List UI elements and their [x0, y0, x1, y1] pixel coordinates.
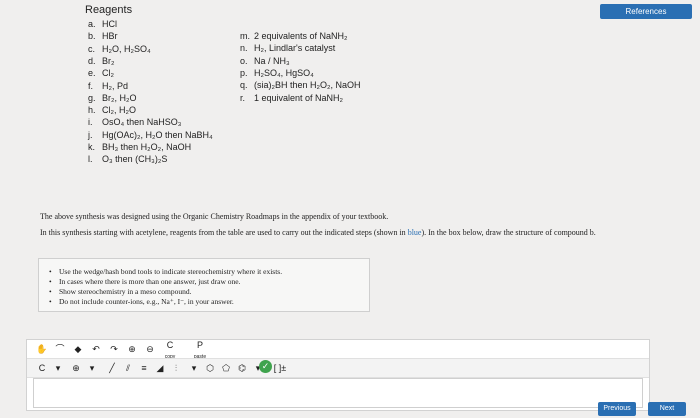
- reagent-letter: k.: [88, 142, 96, 152]
- instruction-bullet: Show stereochemistry in a meso compound.: [49, 287, 192, 296]
- bracket-tool[interactable]: [ ]±: [269, 359, 291, 377]
- reagent-letter: f.: [88, 80, 94, 91]
- lasso-icon[interactable]: ⌒: [53, 340, 67, 358]
- paragraph-instructions-blue: blue: [407, 228, 422, 237]
- eraser-icon[interactable]: ◆: [71, 340, 85, 358]
- drawing-editor: ✋ ⌒ ◆ ↶ ↷ ⊕ ⊖ C copy P paste C ▾ ⊕ ▾ ╱ ⫽…: [26, 339, 650, 411]
- reagent-letter: m.: [240, 31, 250, 41]
- reagent-letter: b.: [88, 31, 96, 42]
- reagent-letter: i.: [88, 117, 93, 128]
- redo-icon[interactable]: ↷: [107, 340, 121, 358]
- check-icon[interactable]: ✓: [259, 360, 272, 373]
- reagent-text: 2 equivalents of NaNH₂: [254, 31, 348, 41]
- reagent-item: p. H₂SO₄, HgSO₄: [240, 68, 314, 78]
- double-bond-icon[interactable]: ⫽: [121, 359, 135, 377]
- reagent-text: Cl₂: [102, 68, 114, 79]
- reagent-text: Na / NH₃: [254, 55, 290, 66]
- drawing-canvas[interactable]: [33, 378, 643, 408]
- reagent-item: r. 1 equivalent of NaNH₂: [240, 93, 343, 103]
- instruction-bullet: Use the wedge/hash bond tools to indicat…: [49, 267, 282, 276]
- reagent-letter: h.: [88, 105, 96, 116]
- zoom-in-icon[interactable]: ⊕: [125, 340, 139, 358]
- reagent-item: c. H₂O, H₂SO₄: [88, 44, 151, 54]
- reagent-text: (sia)₂BH then H₂O₂, NaOH: [254, 80, 361, 91]
- reagent-letter: g.: [88, 92, 96, 103]
- reagent-item: q. (sia)₂BH then H₂O₂, NaOH: [240, 80, 361, 90]
- paragraph-synthesis-info: The above synthesis was designed using t…: [40, 212, 389, 221]
- reagent-text: BH₃ then H₂O₂, NaOH: [102, 142, 192, 152]
- paste-label: P: [196, 340, 203, 350]
- undo-icon[interactable]: ↶: [89, 340, 103, 358]
- next-button[interactable]: Next: [648, 402, 686, 416]
- copy-label: C: [166, 340, 174, 350]
- previous-button[interactable]: Previous: [598, 402, 636, 416]
- reagent-text: 1 equivalent of NaNH₂: [254, 92, 344, 103]
- reagent-letter: q.: [240, 80, 248, 91]
- reagent-item: h. Cl₂, H₂O: [88, 105, 136, 115]
- reagent-item: l. O₃ then (CH₃)₂S: [88, 154, 167, 164]
- paragraph-instructions: In this synthesis starting with acetylen…: [40, 228, 596, 237]
- reagent-letter: e.: [88, 68, 96, 79]
- reagent-letter: j.: [88, 129, 93, 140]
- reagent-text: Cl₂, H₂O: [102, 105, 136, 116]
- reagent-letter: o.: [240, 55, 248, 66]
- reagent-item: b. HBr: [88, 31, 118, 41]
- references-button[interactable]: References: [600, 4, 692, 19]
- reagent-item: i. OsO₄ then NaHSO₃: [88, 117, 181, 127]
- reagent-text: Br₂: [102, 55, 115, 66]
- reagent-letter: l.: [88, 154, 93, 165]
- reagent-item: o. Na / NH₃: [240, 56, 290, 66]
- reagent-item: n. H₂, Lindlar's catalyst: [240, 43, 335, 53]
- reagent-text: H₂, Lindlar's catalyst: [254, 43, 336, 54]
- add-charge-icon[interactable]: ⊕: [69, 359, 83, 377]
- editor-toolbar-bottom: C ▾ ⊕ ▾ ╱ ⫽ ≡ ◢ ⫶ ▾ ⬡ ⬠ ⌬ ▾ [ ]±: [27, 358, 649, 378]
- editor-toolbar-top: ✋ ⌒ ◆ ↶ ↷ ⊕ ⊖ C copy P paste: [27, 340, 649, 360]
- reagent-text: H₂, Pd: [102, 80, 129, 91]
- hand-icon[interactable]: ✋: [35, 340, 49, 358]
- dropdown-icon[interactable]: ▾: [85, 359, 99, 377]
- reagent-item: g. Br₂, H₂O: [88, 93, 137, 103]
- reagent-text: Br₂, H₂O: [102, 92, 137, 103]
- reagent-letter: p.: [240, 67, 248, 78]
- reagent-text: HBr: [102, 31, 118, 42]
- chain-tool-icon[interactable]: ▾: [187, 359, 201, 377]
- paragraph-instructions-b: ). In the box below, draw the structure …: [421, 228, 596, 237]
- reagent-item: a. HCl: [88, 19, 117, 29]
- benzene-ring-icon[interactable]: ⌬: [235, 359, 249, 377]
- reagent-letter: c.: [88, 43, 96, 54]
- reagent-item: f. H₂, Pd: [88, 81, 128, 91]
- reagent-item: m. 2 equivalents of NaNH₂: [240, 31, 348, 41]
- reagent-letter: r.: [240, 92, 246, 103]
- reagent-letter: a.: [88, 19, 96, 29]
- reagent-letter: d.: [88, 55, 96, 66]
- reagent-text: OsO₄ then NaHSO₃: [102, 117, 182, 128]
- cyclohexane-ring-icon[interactable]: ⬡: [203, 359, 217, 377]
- reagent-item: j. Hg(OAc)₂, H₂O then NaBH₄: [88, 130, 213, 140]
- instruction-bullet: Do not include counter-ions, e.g., Na⁺, …: [49, 297, 234, 306]
- cyclopentane-ring-icon[interactable]: ⬠: [219, 359, 233, 377]
- single-bond-icon[interactable]: ╱: [105, 359, 119, 377]
- reagent-item: k. BH₃ then H₂O₂, NaOH: [88, 142, 191, 152]
- reagent-text: H₂O, H₂SO₄: [102, 43, 151, 54]
- carbon-atom-icon[interactable]: C: [35, 359, 49, 377]
- reagent-item: e. Cl₂: [88, 68, 114, 78]
- reagent-letter: n.: [240, 43, 248, 54]
- hash-bond-icon[interactable]: ⫶: [169, 359, 183, 377]
- zoom-out-icon[interactable]: ⊖: [143, 340, 157, 358]
- reagent-text: H₂SO₄, HgSO₄: [254, 67, 314, 78]
- reagent-text: O₃ then (CH₃)₂S: [102, 154, 168, 165]
- reagents-title: Reagents: [85, 4, 133, 16]
- wedge-bond-icon[interactable]: ◢: [153, 359, 167, 377]
- reagent-text: HCl: [102, 19, 117, 29]
- paragraph-instructions-a: In this synthesis starting with acetylen…: [40, 228, 408, 237]
- dropdown-icon[interactable]: ▾: [51, 359, 65, 377]
- triple-bond-icon[interactable]: ≡: [137, 359, 151, 377]
- reagent-text: Hg(OAc)₂, H₂O then NaBH₄: [102, 129, 213, 140]
- instruction-bullet: In cases where there is more than one an…: [49, 277, 240, 286]
- instructions-box: Use the wedge/hash bond tools to indicat…: [38, 258, 370, 312]
- reagent-item: d. Br₂: [88, 56, 115, 66]
